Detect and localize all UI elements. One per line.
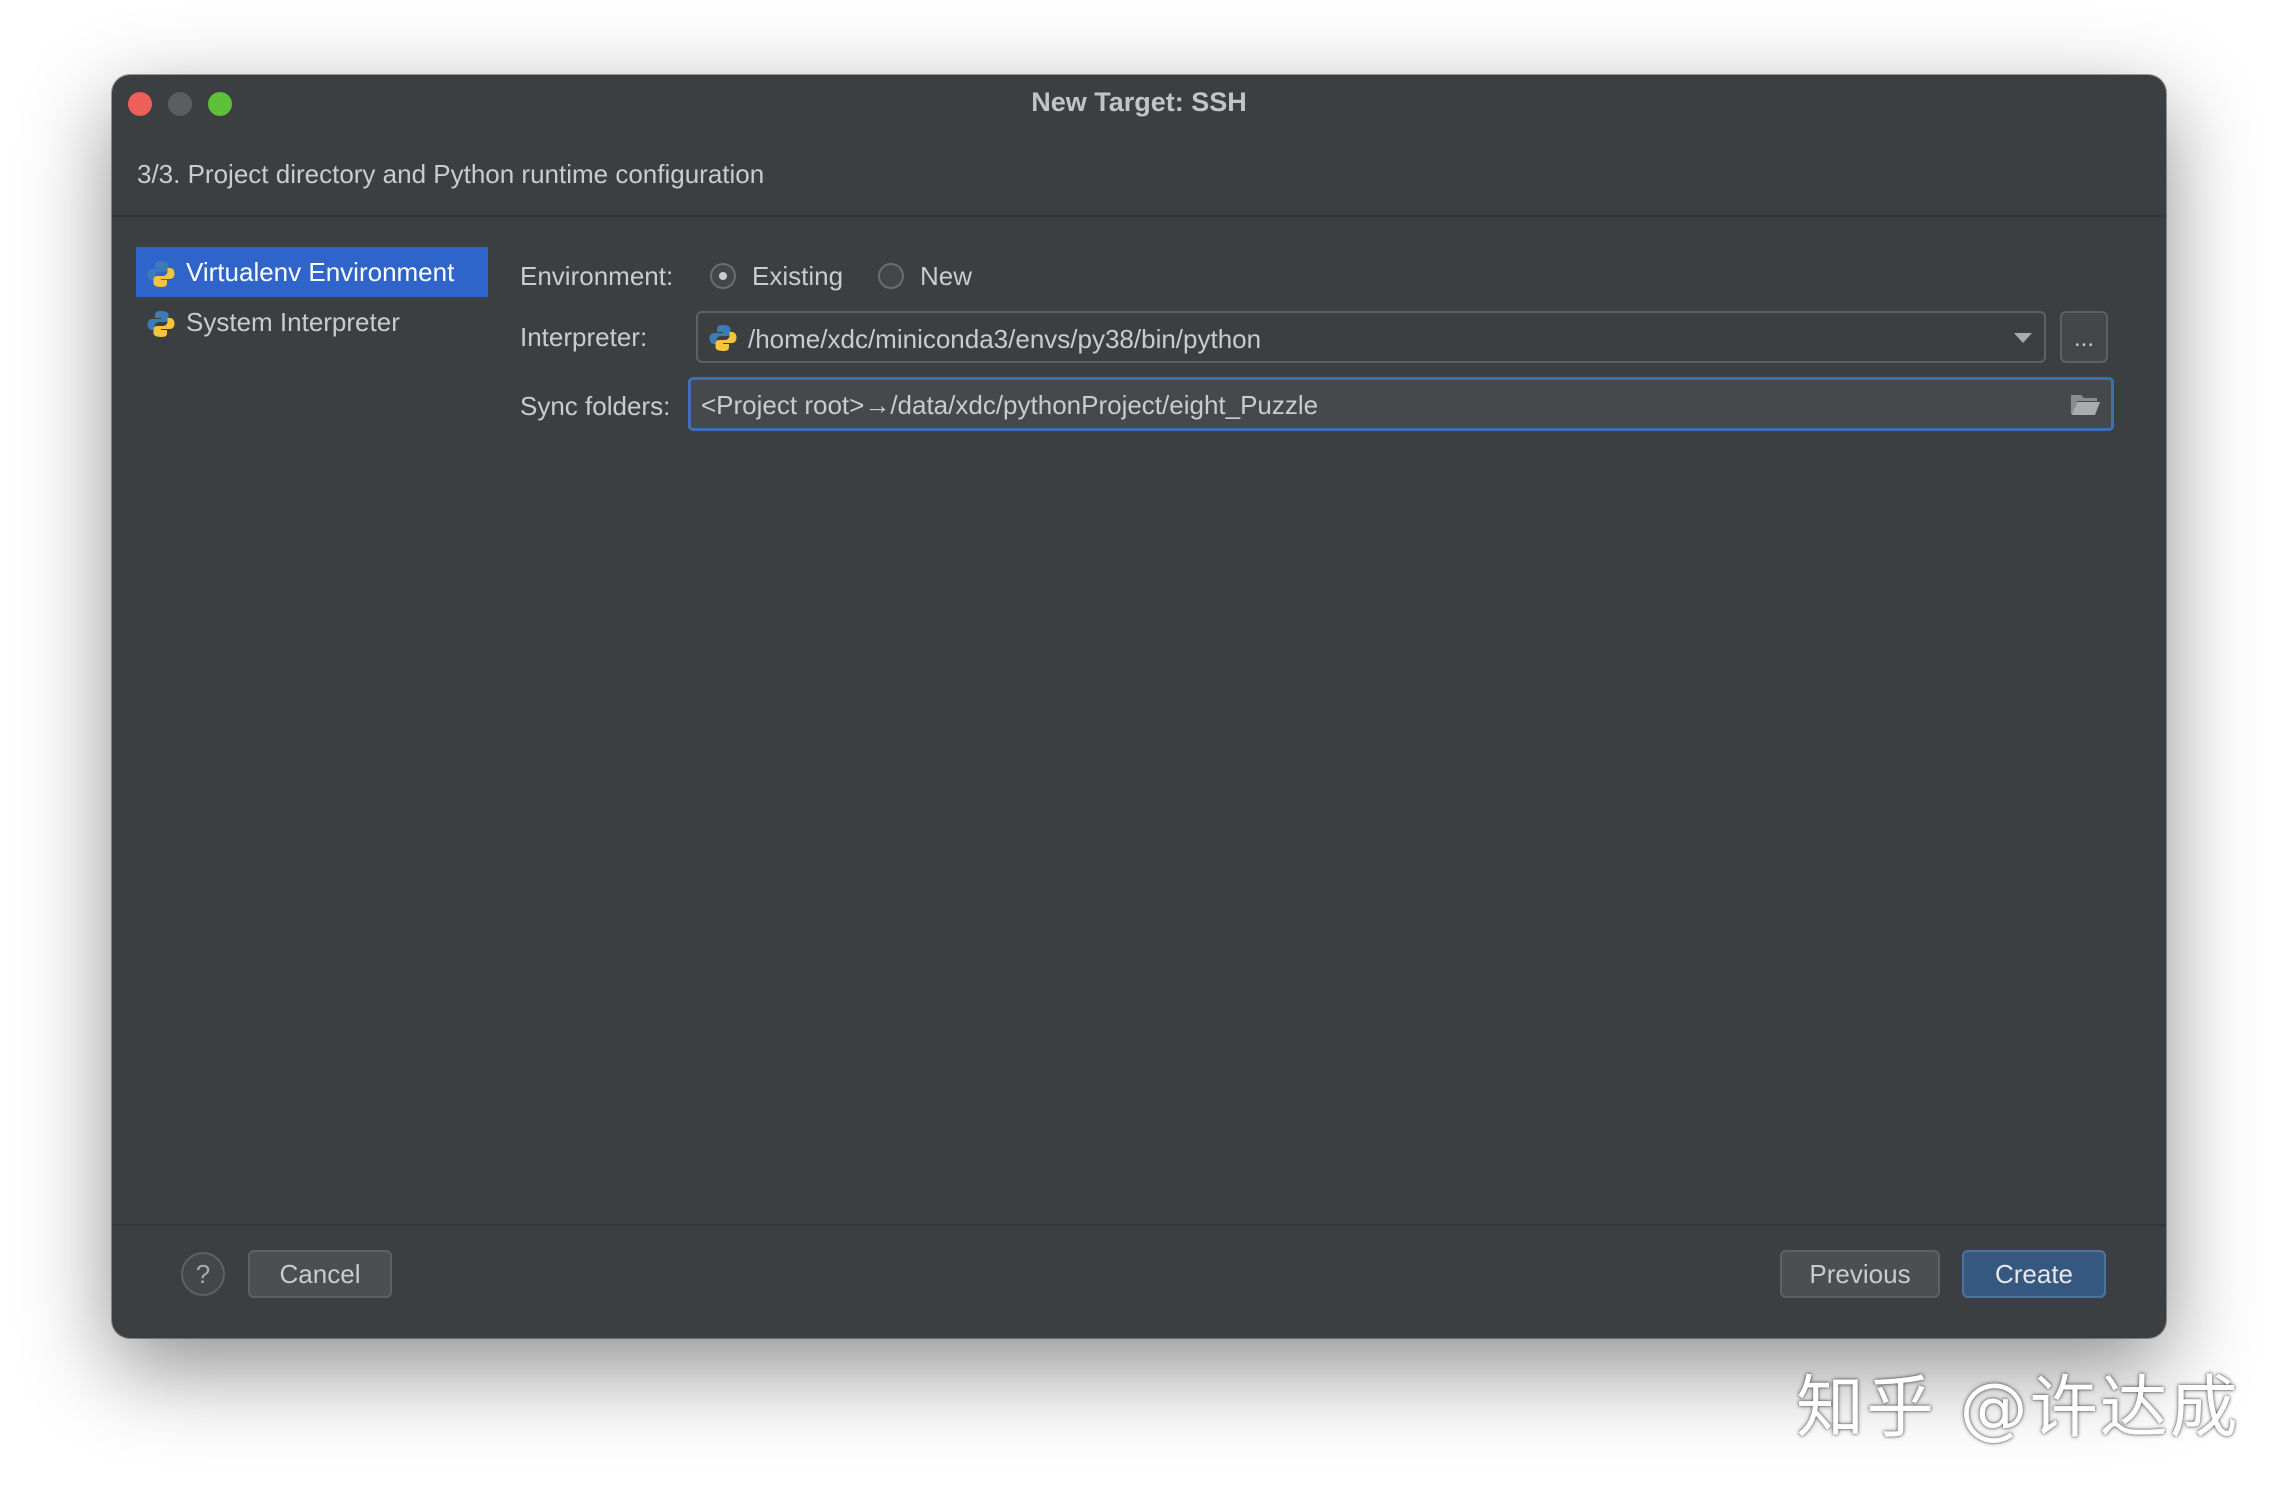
environment-label: Environment: — [520, 261, 674, 291]
footer-divider — [112, 1224, 2166, 1226]
step-description: 3/3. Project directory and Python runtim… — [137, 159, 765, 189]
sync-folders-value: <Project root>→/data/xdc/pythonProject/e… — [701, 390, 1319, 420]
chevron-down-icon[interactable] — [2014, 333, 2032, 343]
python-icon — [147, 311, 175, 337]
title-bar[interactable]: New Target: SSH — [112, 75, 2166, 130]
new-radio-label[interactable]: New — [920, 261, 972, 292]
cancel-button[interactable]: Cancel — [248, 1250, 392, 1298]
sidebar-item-label: System Interpreter — [186, 307, 400, 337]
existing-radio[interactable] — [710, 263, 736, 289]
watermark-text: 知乎 @许达成 — [1796, 1369, 2240, 1448]
window-title: New Target: SSH — [1031, 87, 1247, 117]
previous-button[interactable]: Previous — [1780, 1250, 1940, 1298]
interpreter-dropdown[interactable]: /home/xdc/miniconda3/envs/py38/bin/pytho… — [696, 311, 2046, 363]
header-divider — [112, 215, 2166, 217]
sidebar-item-label: Virtualenv Environment — [186, 257, 455, 287]
folder-icon[interactable] — [2069, 390, 2101, 418]
existing-radio-label[interactable]: Existing — [752, 261, 843, 292]
browse-interpreter-button[interactable]: ... — [2060, 311, 2108, 363]
help-button[interactable]: ? — [181, 1252, 225, 1296]
interpreter-label: Interpreter: — [520, 322, 648, 352]
radio-selected-dot — [719, 272, 727, 280]
sync-folders-label: Sync folders: — [520, 391, 671, 421]
create-button[interactable]: Create — [1962, 1250, 2106, 1298]
interpreter-path: /home/xdc/miniconda3/envs/py38/bin/pytho… — [748, 324, 1262, 354]
python-icon — [709, 325, 737, 351]
python-icon — [147, 261, 175, 287]
sidebar-item-system-interpreter[interactable]: System Interpreter — [136, 297, 488, 347]
new-radio[interactable] — [878, 263, 904, 289]
sidebar-item-virtualenv[interactable]: Virtualenv Environment — [136, 247, 488, 297]
dialog-window: New Target: SSH 3/3. Project directory a… — [112, 75, 2166, 1338]
sync-folders-field[interactable]: <Project root>→/data/xdc/pythonProject/e… — [688, 377, 2114, 431]
